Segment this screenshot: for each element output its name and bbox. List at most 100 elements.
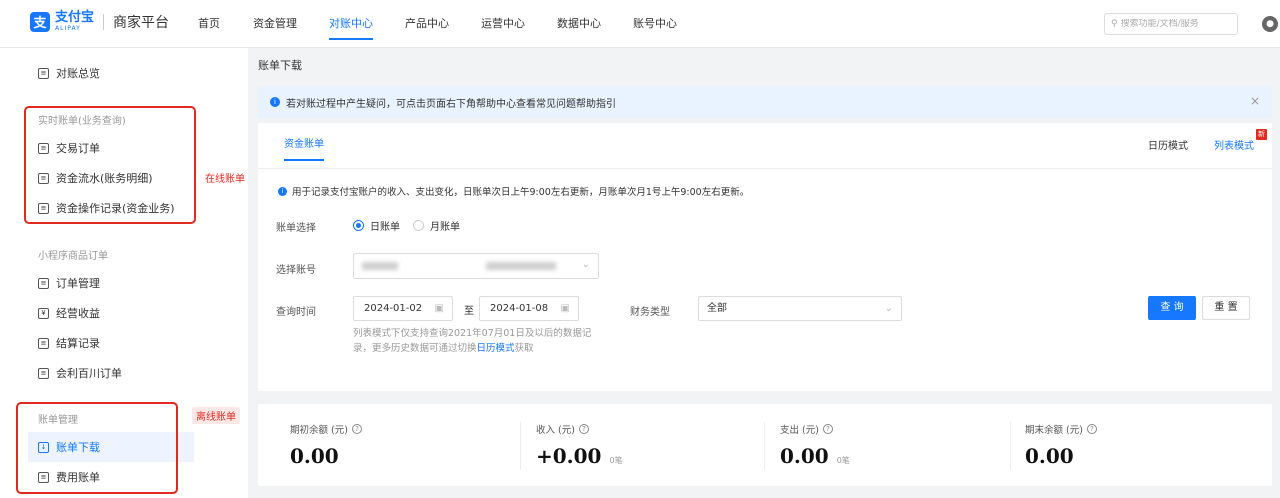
help-icon[interactable]: ? (1086, 424, 1097, 434)
help-icon[interactable]: ? (351, 424, 362, 434)
platform-name: 商家平台 (113, 14, 170, 31)
stat-label: 期末余额 (元) (1025, 425, 1083, 436)
sidebar-item-business-income[interactable]: ¥ 经营收益 (38, 304, 100, 322)
bill-description: i 用于记录支付宝账户的收入、支出变化，日账单次日上午9:00左右更新，月账单次… (278, 184, 749, 198)
chevron-down-icon: ⌄ (581, 259, 590, 270)
online-bill-highlight-box (24, 106, 196, 224)
nav-operation-center[interactable]: 运营中心 (481, 0, 525, 48)
redacted-account (362, 262, 398, 270)
sidebar-item-settlement-records[interactable]: ≡ 结算记录 (38, 334, 100, 352)
online-bill-annotation: 在线账单 (205, 174, 245, 185)
user-avatar-icon[interactable]: ● (1262, 16, 1278, 32)
logo-en-text: ALIPAY (55, 25, 81, 32)
huili-order-icon: ≡ (38, 367, 49, 379)
end-date-input[interactable]: 2024-01-08 ▣ (479, 296, 579, 321)
logo-separator (103, 13, 105, 30)
sidebar-item-order-management[interactable]: ≡ 订单管理 (38, 274, 100, 292)
query-time-label: 查询时间 (276, 307, 316, 318)
end-date-value: 2024-01-08 (490, 303, 549, 314)
tab-divider (258, 168, 1272, 169)
list-mode-link[interactable]: 列表模式 (1214, 137, 1254, 152)
radio-checked-icon (353, 220, 364, 231)
start-date-input[interactable]: 2024-01-02 ▣ (353, 296, 453, 321)
logo-cn-text: 支付宝 (55, 10, 95, 25)
sidebar-item-label: 订单管理 (56, 277, 100, 290)
chevron-down-icon: ⌄ (884, 303, 893, 314)
info-icon: i (270, 97, 280, 107)
nav-home[interactable]: 首页 (198, 0, 220, 48)
sidebar-group-miniapp: 小程序商品订单 (38, 251, 108, 262)
bill-query-card: 资金账单 日历模式 列表模式 新 i 用于记录支付宝账户的收入、支出变化，日账单… (258, 123, 1272, 391)
stat-income: 收入 (元)? +0.00 0笔 (536, 422, 623, 468)
income-icon: ¥ (38, 307, 49, 319)
radio-label: 月账单 (430, 222, 460, 233)
query-button[interactable]: 查 询 (1148, 296, 1196, 320)
hint-text-end: 获取 (514, 343, 534, 354)
nav-product-center[interactable]: 产品中心 (405, 0, 449, 48)
help-icon[interactable]: ? (578, 424, 589, 434)
logo-text: 支付宝 ALIPAY (55, 11, 94, 32)
hint-text: 列表模式下仅支持查询2021年07月01日及以后的数据记录，更多历史数据可通过切… (353, 328, 592, 354)
nav-reconciliation-center[interactable]: 对账中心 (329, 0, 373, 48)
stat-value: +0.00 (536, 444, 602, 468)
tab-fund-bill[interactable]: 资金账单 (284, 135, 324, 161)
page-title: 账单下载 (258, 59, 302, 72)
nav-data-center[interactable]: 数据中心 (557, 0, 601, 48)
calendar-mode-hint-link[interactable]: 日历模式 (477, 343, 515, 354)
offline-bill-annotation: 离线账单 (192, 407, 240, 424)
overview-icon: ≡ (38, 67, 49, 79)
settlement-icon: ≡ (38, 337, 49, 349)
stat-value: 0.00 (290, 444, 339, 468)
stat-divider (520, 422, 521, 470)
calendar-icon: ▣ (560, 303, 570, 314)
list-mode-hint: 列表模式下仅支持查询2021年07月01日及以后的数据记录，更多历史数据可通过切… (353, 326, 603, 356)
finance-type-label: 财务类型 (630, 307, 670, 318)
balance-summary: 期初余额 (元)? 0.00 收入 (元)? +0.00 0笔 支出 (元)? 0… (258, 404, 1272, 486)
stat-divider (764, 422, 765, 470)
date-range-separator: 至 (464, 306, 474, 317)
account-select[interactable]: ⌄ (353, 253, 599, 279)
alipay-logo-icon: 支 (30, 11, 50, 32)
stat-divider (1010, 422, 1011, 470)
alipay-logo[interactable]: 支 支付宝 ALIPAY 商家平台 (30, 11, 169, 32)
redacted-account (486, 262, 556, 270)
stat-expense: 支出 (元)? 0.00 0笔 (780, 422, 850, 468)
calendar-mode-link[interactable]: 日历模式 (1148, 137, 1188, 152)
sidebar-item-label: 会利百川订单 (56, 367, 122, 380)
help-icon[interactable]: ? (822, 424, 833, 434)
sidebar-item-label: 结算记录 (56, 337, 100, 350)
sidebar-item-overview[interactable]: ≡ 对账总览 (38, 64, 100, 82)
description-text: 用于记录支付宝账户的收入、支出变化，日账单次日上午9:00左右更新，月账单次月1… (292, 187, 750, 198)
notice-text: 若对账过程中产生疑问，可点击页面右下角帮助中心查看常见问题帮助指引 (286, 98, 616, 110)
stat-opening-balance: 期初余额 (元)? 0.00 (290, 422, 362, 468)
new-badge: 新 (1256, 129, 1267, 140)
close-icon[interactable]: × (1250, 94, 1260, 108)
radio-unchecked-icon (413, 220, 424, 231)
sidebar: ≡ 对账总览 实时账单(业务查询) ≡ 交易订单 ≡ 资金流水(账务明细) ≡ … (0, 48, 248, 498)
bill-select-label: 账单选择 (276, 223, 316, 234)
reset-button[interactable]: 重 置 (1202, 296, 1250, 320)
nav-account-center[interactable]: 账号中心 (633, 0, 677, 48)
finance-type-select[interactable]: 全部 ⌄ (698, 296, 902, 321)
stat-value: 0.00 (780, 444, 829, 468)
nav-fund-management[interactable]: 资金管理 (253, 0, 297, 48)
radio-monthly-bill[interactable]: 月账单 (413, 218, 460, 233)
order-management-icon: ≡ (38, 277, 49, 289)
account-select-label: 选择账号 (276, 265, 316, 276)
offline-bill-highlight-box (16, 402, 178, 494)
search-input[interactable] (1120, 19, 1231, 29)
radio-daily-bill[interactable]: 日账单 (353, 218, 400, 233)
sidebar-item-label: 经营收益 (56, 307, 100, 320)
radio-label: 日账单 (370, 222, 400, 233)
finance-type-value: 全部 (707, 303, 727, 314)
sidebar-item-label: 对账总览 (56, 67, 100, 80)
stat-label: 期初余额 (元) (290, 425, 348, 436)
stat-value: 0.00 (1025, 444, 1074, 468)
search-box[interactable]: ⚲ (1104, 13, 1238, 35)
sidebar-item-huili-orders[interactable]: ≡ 会利百川订单 (38, 364, 122, 382)
stat-count: 0笔 (609, 456, 623, 465)
help-notice-banner: i 若对账过程中产生疑问，可点击页面右下角帮助中心查看常见问题帮助指引 × (258, 86, 1272, 118)
search-icon: ⚲ (1111, 19, 1118, 29)
info-icon: i (278, 186, 287, 196)
top-navbar: 支 支付宝 ALIPAY 商家平台 首页 资金管理 对账中心 产品中心 运营中心… (0, 0, 1280, 48)
